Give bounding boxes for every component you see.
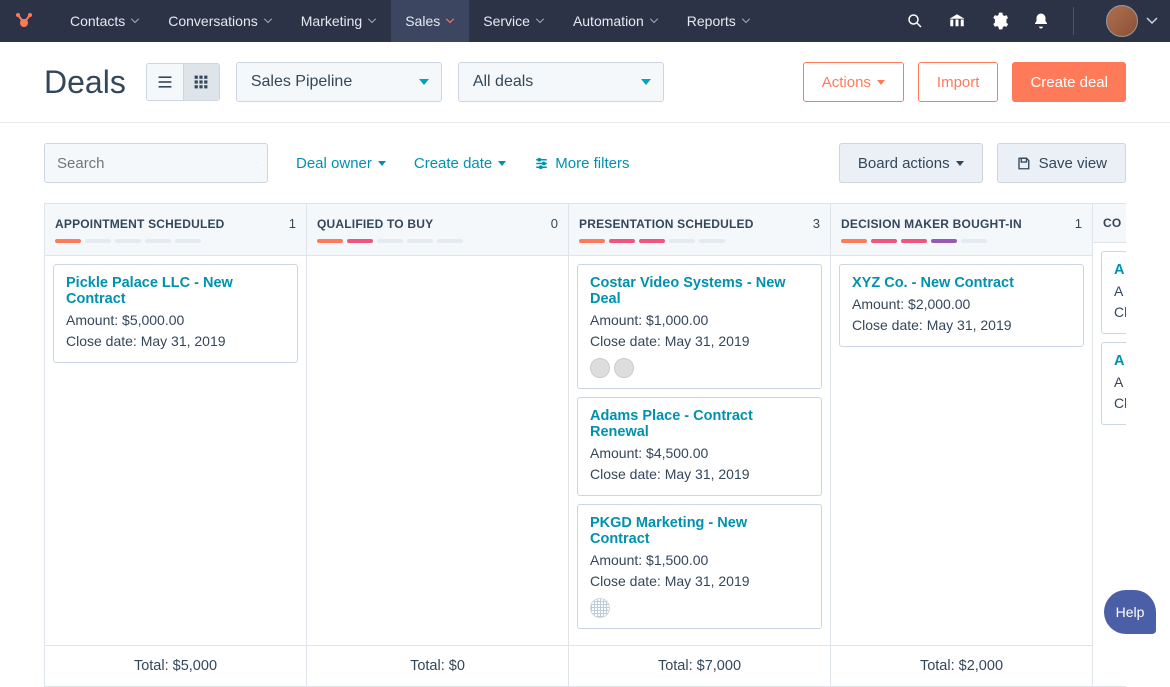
kanban-board: APPOINTMENT SCHEDULED 1 Pickle Palace LLC … [44, 203, 1126, 687]
deals-select[interactable]: All deals [458, 62, 664, 102]
column-total: Total: $2,000 [831, 645, 1092, 686]
deal-title: Adams Place - Contract Renewal [590, 408, 809, 440]
deal-card[interactable]: Adams Place - Contract Renewal Amount: $4… [577, 397, 822, 496]
column-body [307, 256, 568, 645]
board-column: QUALIFIED TO BUY 0 Total: $0 [306, 204, 569, 686]
column-count: 1 [289, 216, 296, 231]
bell-icon[interactable] [1031, 11, 1051, 31]
deal-card[interactable]: AACl [1101, 342, 1126, 425]
column-body: Costar Video Systems - New Deal Amount: $… [569, 256, 830, 645]
search-icon [256, 153, 257, 173]
column-count: 1 [1075, 216, 1082, 231]
save-icon [1016, 156, 1031, 171]
deal-owner-filter[interactable]: Deal owner [296, 155, 386, 172]
column-title: QUALIFIED TO BUY [317, 217, 433, 231]
nav-item-conversations[interactable]: Conversations [154, 0, 287, 42]
nav-item-contacts[interactable]: Contacts [56, 0, 154, 42]
view-board-button[interactable] [183, 64, 219, 100]
more-filters[interactable]: More filters [534, 155, 629, 172]
column-count: 3 [813, 216, 820, 231]
view-toggle [146, 63, 220, 101]
filter-bar: Deal owner Create date More filters Boar… [0, 123, 1170, 203]
top-nav: ContactsConversationsMarketingSalesServi… [0, 0, 1170, 42]
deal-title: XYZ Co. - New Contract [852, 275, 1071, 291]
column-header: APPOINTMENT SCHEDULED 1 [45, 204, 306, 256]
deal-card[interactable]: AACl [1101, 251, 1126, 334]
board-column: DECISION MAKER BOUGHT-IN 1 XYZ Co. - New C… [830, 204, 1093, 686]
search-input[interactable] [57, 155, 256, 172]
pipeline-select[interactable]: Sales Pipeline [236, 62, 442, 102]
card-avatar [590, 598, 610, 618]
column-total: Total: $7,000 [569, 645, 830, 686]
board-column: PRESENTATION SCHEDULED 3 Costar Video Syst… [568, 204, 831, 686]
board-column: APPOINTMENT SCHEDULED 1 Pickle Palace LLC … [44, 204, 307, 686]
column-title: PRESENTATION SCHEDULED [579, 217, 754, 231]
create-deal-button[interactable]: Create deal [1012, 62, 1126, 102]
deal-card[interactable]: Pickle Palace LLC - New Contract Amount: … [53, 264, 298, 363]
import-button[interactable]: Import [918, 62, 999, 102]
deal-card[interactable]: Costar Video Systems - New Deal Amount: $… [577, 264, 822, 389]
view-list-button[interactable] [147, 64, 183, 100]
account-menu[interactable] [1096, 5, 1158, 37]
deal-amount: Amount: $2,000.00 [852, 294, 1071, 315]
search-box[interactable] [44, 143, 268, 183]
deal-close-date: Close date: May 31, 2019 [590, 464, 809, 485]
column-body: Pickle Palace LLC - New Contract Amount: … [45, 256, 306, 645]
column-title: CO [1103, 216, 1121, 230]
deal-close-date: Close date: May 31, 2019 [590, 331, 809, 352]
nav-item-reports[interactable]: Reports [673, 0, 765, 42]
deal-close-date: Close date: May 31, 2019 [590, 571, 809, 592]
avatar [1106, 5, 1138, 37]
nav-item-automation[interactable]: Automation [559, 0, 673, 42]
column-total: Total: $5,000 [45, 645, 306, 686]
deal-title: Costar Video Systems - New Deal [590, 275, 809, 307]
column-title: DECISION MAKER BOUGHT-IN [841, 217, 1022, 231]
deal-card[interactable]: XYZ Co. - New Contract Amount: $2,000.00C… [839, 264, 1084, 347]
deal-amount: Amount: $1,000.00 [590, 310, 809, 331]
nav-item-sales[interactable]: Sales [391, 0, 469, 42]
deal-close-date: Close date: May 31, 2019 [852, 315, 1071, 336]
board-actions-button[interactable]: Board actions [839, 143, 983, 183]
deal-title: A [1114, 262, 1126, 278]
column-count: 0 [551, 216, 558, 231]
hubspot-logo-icon[interactable] [12, 9, 36, 33]
column-header: CO [1093, 204, 1126, 243]
column-total: Total: $0 [307, 645, 568, 686]
deal-amount: Amount: $4,500.00 [590, 443, 809, 464]
nav-divider [1073, 7, 1074, 35]
column-header: DECISION MAKER BOUGHT-IN 1 [831, 204, 1092, 256]
create-date-filter[interactable]: Create date [414, 155, 506, 172]
sliders-icon [534, 156, 549, 171]
save-view-button[interactable]: Save view [997, 143, 1126, 183]
deal-title: Pickle Palace LLC - New Contract [66, 275, 285, 307]
card-avatar [590, 358, 610, 378]
nav-item-marketing[interactable]: Marketing [287, 0, 391, 42]
card-avatar [614, 358, 634, 378]
deal-title: A [1114, 353, 1126, 369]
deal-card[interactable]: PKGD Marketing - New Contract Amount: $1,… [577, 504, 822, 629]
actions-button[interactable]: Actions [803, 62, 904, 102]
deal-title: PKGD Marketing - New Contract [590, 515, 809, 547]
deal-amount: Amount: $1,500.00 [590, 550, 809, 571]
deal-amount: Amount: $5,000.00 [66, 310, 285, 331]
column-header: PRESENTATION SCHEDULED 3 [569, 204, 830, 256]
page-title: Deals [44, 64, 126, 101]
column-title: APPOINTMENT SCHEDULED [55, 217, 225, 231]
gear-icon[interactable] [989, 11, 1009, 31]
marketplace-icon[interactable] [947, 11, 967, 31]
nav-item-service[interactable]: Service [469, 0, 559, 42]
deal-close-date: Close date: May 31, 2019 [66, 331, 285, 352]
subheader: Deals Sales Pipeline All deals Actions I… [0, 42, 1170, 123]
column-body: XYZ Co. - New Contract Amount: $2,000.00C… [831, 256, 1092, 645]
help-button[interactable]: Help [1104, 590, 1156, 634]
column-header: QUALIFIED TO BUY 0 [307, 204, 568, 256]
search-icon[interactable] [905, 11, 925, 31]
